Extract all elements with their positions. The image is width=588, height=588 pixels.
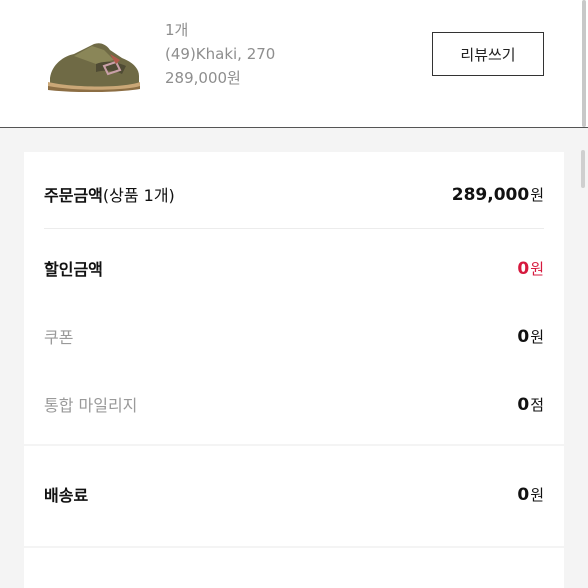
shipping-card: 배송료 0원 [24,446,564,546]
shipping-row: 배송료 0원 [44,482,544,506]
write-review-button[interactable]: 리뷰쓰기 [432,32,544,76]
mileage-label: 통합 마일리지 [44,396,138,415]
mileage-row: 통합 마일리지 0점 [44,392,544,416]
scrollbar-thumb-main[interactable] [581,150,585,188]
product-info: 1개 (49)Khaki, 270 289,000원 [165,18,275,90]
discount-label: 할인금액 [44,260,103,279]
product-card: 1개 (49)Khaki, 270 289,000원 리뷰쓰기 [0,0,588,128]
order-amount-row: 주문금액(상품 1개) 289,000원 [44,182,544,206]
order-item-count: (상품 1개) [102,186,175,205]
shipping-label: 배송료 [44,486,89,505]
coupon-value: 0원 [517,326,544,347]
discount-row: 할인금액 0원 [44,256,544,280]
order-amount-value: 289,000원 [451,184,544,205]
payment-summary-card: 주문금액(상품 1개) 289,000원 할인금액 0원 쿠폰 0원 통합 마일… [24,152,564,444]
shipping-value: 0원 [517,484,544,505]
product-option: (49)Khaki, 270 [165,45,276,63]
divider [44,228,544,229]
coupon-row: 쿠폰 0원 [44,324,544,348]
coupon-label: 쿠폰 [44,328,74,347]
product-price: 289,000원 [165,69,241,87]
mileage-value: 0점 [517,394,544,415]
sneaker-thumbnail [48,43,140,92]
order-amount-label: 주문금액(상품 1개) [44,186,175,205]
scrollbar-thumb[interactable] [582,0,586,127]
next-section-card [24,548,564,588]
discount-value: 0원 [517,258,544,279]
product-quantity: 1개 [165,21,189,39]
